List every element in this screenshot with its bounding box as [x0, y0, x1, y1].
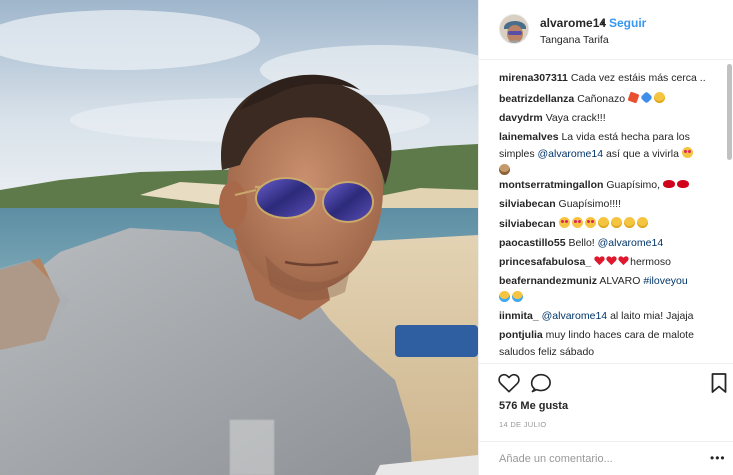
comment-mention[interactable]: @alvarome14 — [598, 237, 664, 249]
avatar[interactable] — [499, 14, 529, 44]
comment-username[interactable]: beatrizdellanza — [499, 93, 574, 105]
comments-list[interactable]: mirena307311 Cada vez estáis más cerca .… — [479, 60, 733, 363]
comment-username[interactable]: davydrm — [499, 112, 543, 124]
heart-eyes-emoji-icon — [571, 217, 583, 228]
laugh-emoji-icon — [512, 291, 523, 302]
red-heart-emoji-icon — [618, 256, 629, 266]
comment-text: ALVARO — [599, 275, 641, 287]
heart-outline-icon[interactable] — [498, 373, 520, 393]
comment-item: princesafabulosa_ hermoso — [499, 254, 721, 271]
comment-mention[interactable]: @alvarome14 — [542, 310, 608, 322]
comment-item: iinmita_ @alvarome14 al laito mia! Jajaj… — [499, 308, 721, 325]
comment-text: Guapísimo, — [606, 179, 661, 191]
follow-button[interactable]: Seguir — [609, 16, 646, 30]
kiss-emoji-icon — [636, 217, 648, 228]
blue-heart-emoji-icon — [640, 91, 653, 104]
comment-username[interactable]: montserratmingallon — [499, 179, 603, 191]
comment-text: Cada vez estáis más cerca .. — [570, 72, 706, 84]
comment-item: silviabecan Guapísimo!!!! — [499, 196, 721, 213]
face-emoji-icon — [654, 92, 665, 103]
comment-item: lainemalves La vida está hecha para los … — [499, 129, 721, 180]
post-header: alvarome14 • Seguir Tangana Tarifa — [479, 0, 733, 60]
post-actions-bar — [479, 363, 733, 400]
post-date[interactable]: 14 DE JULIO — [499, 420, 546, 429]
post-author-username[interactable]: alvarome14 — [540, 16, 606, 30]
post-photo-image — [0, 0, 478, 475]
add-comment-section: ••• — [479, 441, 733, 475]
comment-item: beafernandezmuniz ALVARO #iloveyou — [499, 273, 721, 307]
heart-eyes-emoji-icon — [558, 217, 570, 228]
lips-emoji-icon — [662, 180, 675, 188]
comment-text: Vaya crack!!! — [545, 112, 606, 124]
kiss-emoji-icon — [623, 217, 635, 228]
comment-item: mirena307311 Cada vez estáis más cerca .… — [499, 70, 721, 87]
boom-emoji-icon — [627, 91, 640, 104]
comment-text: Guapísimo!!!! — [558, 198, 621, 210]
comment-item: davydrm Vaya crack!!! — [499, 110, 721, 127]
comment-text-continued: así que a vivirla — [605, 148, 679, 160]
comment-text: Cañonazo — [577, 93, 626, 105]
laugh-emoji-icon — [499, 291, 510, 302]
ellipsis-icon[interactable]: ••• — [710, 452, 726, 464]
comment-text: Bello! — [568, 237, 595, 249]
comment-item: silviabecan — [499, 216, 721, 233]
comment-username[interactable]: iinmita_ — [499, 310, 539, 322]
monkey-emoji-icon — [499, 164, 510, 175]
avatar-image — [500, 15, 528, 43]
comment-username[interactable]: silviabecan — [499, 218, 556, 230]
scrollbar-thumb[interactable] — [727, 64, 732, 160]
post-location[interactable]: Tangana Tarifa — [540, 34, 609, 46]
lips-emoji-icon — [676, 180, 689, 188]
comment-username[interactable]: lainemalves — [499, 131, 559, 143]
comment-username[interactable]: mirena307311 — [499, 72, 568, 84]
heart-eyes-emoji-icon — [584, 217, 596, 228]
heart-eyes-emoji-icon — [681, 147, 693, 158]
comment-username[interactable]: beafernandezmuniz — [499, 275, 597, 287]
header-separator: • — [601, 16, 606, 30]
red-heart-emoji-icon — [594, 256, 605, 266]
comment-mention[interactable]: @alvarome14 — [538, 148, 604, 160]
comment-hashtag[interactable]: #iloveyou — [643, 275, 687, 287]
bookmark-icon[interactable] — [711, 373, 727, 393]
comment-username[interactable]: silviabecan — [499, 198, 556, 210]
comments-scrollbar[interactable] — [727, 64, 732, 356]
comment-username[interactable]: paocastillo55 — [499, 237, 566, 249]
comment-text-continued: al laito mia! Jajaja — [610, 310, 694, 322]
comment-item: pontjulia muy lindo haces cara de malote… — [499, 327, 721, 361]
post-photo[interactable] — [0, 0, 478, 475]
likes-count[interactable]: 576 Me gusta — [499, 400, 568, 412]
red-heart-emoji-icon — [606, 256, 617, 266]
comment-item: beatrizdellanza Cañonazo — [499, 91, 721, 108]
kiss-emoji-icon — [610, 217, 622, 228]
kiss-emoji-icon — [597, 217, 609, 228]
comment-username[interactable]: pontjulia — [499, 329, 543, 341]
comment-item: montserratmingallon Guapísimo, — [499, 177, 721, 194]
comment-text: hermoso — [630, 256, 671, 268]
comment-item: paocastillo55 Bello! @alvarome14 — [499, 235, 721, 252]
speech-bubble-icon[interactable] — [530, 373, 552, 393]
add-comment-input[interactable] — [499, 450, 699, 468]
comment-username[interactable]: princesafabulosa_ — [499, 256, 591, 268]
post-side-panel: alvarome14 • Seguir Tangana Tarifa miren… — [478, 0, 733, 475]
